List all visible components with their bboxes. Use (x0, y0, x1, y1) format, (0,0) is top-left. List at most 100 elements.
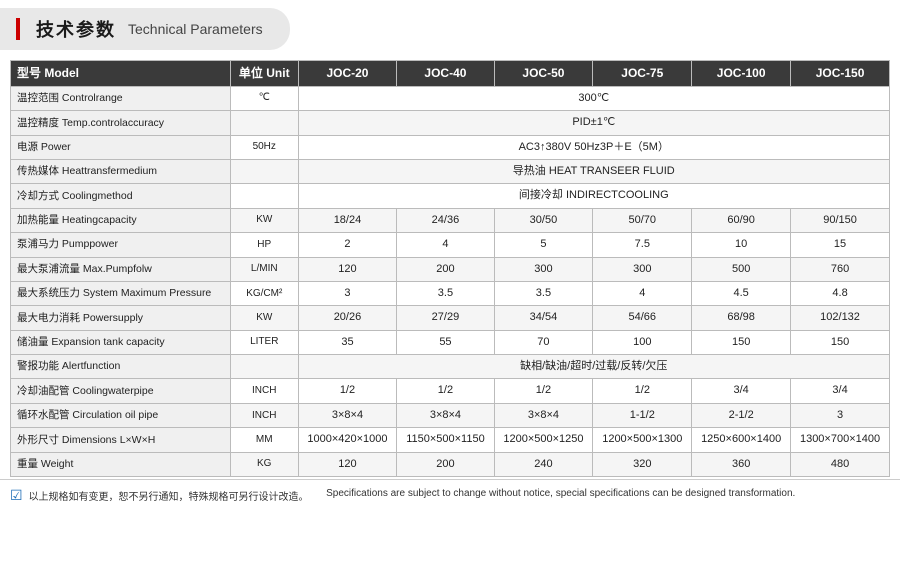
row-13-val-0: 3×8×4 (298, 403, 397, 427)
row-9-val-1: 27/29 (397, 306, 494, 330)
footer-spacer (315, 488, 321, 499)
accent-bar (16, 18, 20, 40)
col-JOC-50: JOC-50 (494, 61, 593, 87)
row-7-val-3: 300 (593, 257, 692, 281)
row-9-val-4: 68/98 (692, 306, 791, 330)
table-row: 温控范围 Controlrange℃300℃ (11, 86, 890, 110)
row-unit-9: KW (230, 306, 298, 330)
row-span-0: 300℃ (298, 86, 889, 110)
row-10-val-4: 150 (692, 330, 791, 354)
row-13-val-1: 3×8×4 (397, 403, 494, 427)
row-8-val-0: 3 (298, 281, 397, 305)
row-7-val-5: 760 (791, 257, 890, 281)
row-7-val-2: 300 (494, 257, 593, 281)
row-unit-7: L/MIN (230, 257, 298, 281)
row-8-val-1: 3.5 (397, 281, 494, 305)
col-JOC-150: JOC-150 (791, 61, 890, 87)
row-12-val-1: 1/2 (397, 379, 494, 403)
row-unit-14: MM (230, 428, 298, 452)
row-15-val-4: 360 (692, 452, 791, 476)
row-10-val-0: 35 (298, 330, 397, 354)
row-8-val-3: 4 (593, 281, 692, 305)
row-9-val-5: 102/132 (791, 306, 890, 330)
row-6-val-5: 15 (791, 233, 890, 257)
row-span-11: 缺相/缺油/超时/过载/反转/欠压 (298, 355, 889, 379)
row-14-val-4: 1250×600×1400 (692, 428, 791, 452)
row-15-val-5: 480 (791, 452, 890, 476)
table-wrapper: 型号 Model单位 UnitJOC-20JOC-40JOC-50JOC-75J… (0, 60, 900, 477)
row-9-val-2: 34/54 (494, 306, 593, 330)
row-unit-8: KG/CM² (230, 281, 298, 305)
row-14-val-5: 1300×700×1400 (791, 428, 890, 452)
row-unit-1 (230, 111, 298, 135)
row-label-9: 最大电力消耗 Powersupply (11, 306, 231, 330)
row-unit-15: KG (230, 452, 298, 476)
row-5-val-0: 18/24 (298, 208, 397, 232)
row-5-val-1: 24/36 (397, 208, 494, 232)
row-label-15: 重量 Weight (11, 452, 231, 476)
table-row: 冷却方式 Coolingmethod 间接冷却 INDIRECTCOOLING (11, 184, 890, 208)
row-7-val-1: 200 (397, 257, 494, 281)
row-10-val-3: 100 (593, 330, 692, 354)
row-label-8: 最大系统压力 System Maximum Pressure (11, 281, 231, 305)
row-unit-12: INCH (230, 379, 298, 403)
row-label-6: 泵浦马力 Pumppower (11, 233, 231, 257)
row-8-val-2: 3.5 (494, 281, 593, 305)
row-unit-0: ℃ (230, 86, 298, 110)
row-9-val-0: 20/26 (298, 306, 397, 330)
row-label-2: 电源 Power (11, 135, 231, 159)
table-row: 循环水配管 Circulation oil pipeINCH3×8×43×8×4… (11, 403, 890, 427)
row-span-3: 导热油 HEAT TRANSEER FLUID (298, 159, 889, 183)
row-9-val-3: 54/66 (593, 306, 692, 330)
table-row: 最大泵浦流量 Max.PumpfolwL/MIN1202003003005007… (11, 257, 890, 281)
row-5-val-2: 30/50 (494, 208, 593, 232)
row-span-1: PID±1℃ (298, 111, 889, 135)
row-10-val-2: 70 (494, 330, 593, 354)
row-label-11: 警报功能 Alertfunction (11, 355, 231, 379)
row-unit-13: INCH (230, 403, 298, 427)
row-6-val-4: 10 (692, 233, 791, 257)
row-10-val-5: 150 (791, 330, 890, 354)
row-12-val-0: 1/2 (298, 379, 397, 403)
row-label-14: 外形尺寸 Dimensions L×W×H (11, 428, 231, 452)
footer-zh-note: 以上规格如有变更，恕不另行通知，特殊规格可另行设计改造。 (29, 488, 309, 503)
table-header-row: 型号 Model单位 UnitJOC-20JOC-40JOC-50JOC-75J… (11, 61, 890, 87)
row-12-val-2: 1/2 (494, 379, 593, 403)
row-13-val-4: 2-1/2 (692, 403, 791, 427)
check-icon: ☑ (10, 487, 23, 504)
table-row: 储油量 Expansion tank capacityLITER35557010… (11, 330, 890, 354)
col-JOC-20: JOC-20 (298, 61, 397, 87)
row-8-val-4: 4.5 (692, 281, 791, 305)
row-15-val-2: 240 (494, 452, 593, 476)
row-6-val-3: 7.5 (593, 233, 692, 257)
row-10-val-1: 55 (397, 330, 494, 354)
row-14-val-1: 1150×500×1150 (397, 428, 494, 452)
table-row: 温控精度 Temp.controlaccuracyPID±1℃ (11, 111, 890, 135)
footer-en-note: Specifications are subject to change wit… (326, 488, 795, 499)
row-14-val-0: 1000×420×1000 (298, 428, 397, 452)
table-row: 加热能量 HeatingcapacityKW18/2424/3630/5050/… (11, 208, 890, 232)
row-14-val-3: 1200×500×1300 (593, 428, 692, 452)
row-unit-10: LITER (230, 330, 298, 354)
row-label-3: 传热媒体 Heattransfermedium (11, 159, 231, 183)
row-13-val-2: 3×8×4 (494, 403, 593, 427)
row-label-4: 冷却方式 Coolingmethod (11, 184, 231, 208)
row-5-val-3: 50/70 (593, 208, 692, 232)
table-row: 电源 Power50HzAC3↑380V 50Hz3P＋E（5M） (11, 135, 890, 159)
row-label-13: 循环水配管 Circulation oil pipe (11, 403, 231, 427)
row-unit-6: HP (230, 233, 298, 257)
col-JOC-40: JOC-40 (397, 61, 494, 87)
row-12-val-4: 3/4 (692, 379, 791, 403)
col-model: 型号 Model (11, 61, 231, 87)
row-7-val-0: 120 (298, 257, 397, 281)
row-unit-11 (230, 355, 298, 379)
table-row: 泵浦马力 PumppowerHP2457.51015 (11, 233, 890, 257)
row-13-val-5: 3 (791, 403, 890, 427)
row-6-val-2: 5 (494, 233, 593, 257)
row-7-val-4: 500 (692, 257, 791, 281)
spec-table: 型号 Model单位 UnitJOC-20JOC-40JOC-50JOC-75J… (10, 60, 890, 477)
table-row: 重量 WeightKG120200240320360480 (11, 452, 890, 476)
row-span-4: 间接冷却 INDIRECTCOOLING (298, 184, 889, 208)
row-5-val-5: 90/150 (791, 208, 890, 232)
header-zh-title: 技术参数 (36, 16, 116, 42)
